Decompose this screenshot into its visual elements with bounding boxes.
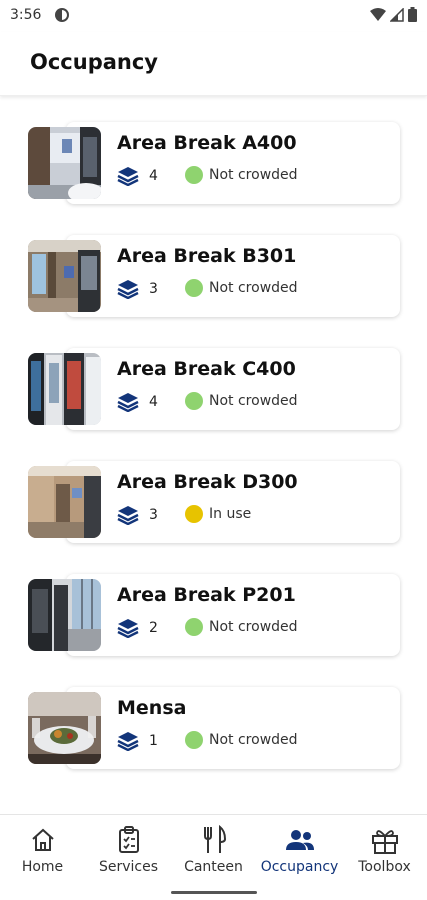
nav-item-services[interactable]: Services	[86, 825, 171, 885]
floor-info: 3	[117, 505, 158, 525]
nav-label: Home	[21, 859, 64, 875]
page-title: Occupancy	[30, 50, 158, 74]
wifi-icon	[370, 7, 386, 21]
nav-label: Toolbox	[358, 859, 411, 875]
status-text: Not crowded	[209, 619, 298, 635]
status-dot-icon	[185, 279, 203, 297]
area-thumbnail	[28, 692, 101, 764]
area-card-c400[interactable]: Area Break C400 4 Not crowded	[28, 346, 400, 431]
nav-label: Canteen	[184, 859, 243, 875]
occupancy-status: Not crowded	[185, 731, 298, 749]
status-text: In use	[209, 506, 252, 522]
area-card-a400[interactable]: Area Break A400 4 Not crowded	[28, 120, 400, 205]
layers-icon	[117, 732, 139, 751]
floor-info: 4	[117, 166, 158, 186]
occupancy-status: Not crowded	[185, 279, 298, 297]
status-bar: 3:56	[0, 0, 427, 32]
occupancy-status: Not crowded	[185, 392, 298, 410]
area-thumbnail	[28, 466, 101, 538]
floor-count: 4	[149, 394, 158, 410]
area-name: Mensa	[117, 697, 187, 719]
area-name: Area Break A400	[117, 132, 297, 154]
status-text: Not crowded	[209, 280, 298, 296]
people-icon	[285, 830, 314, 850]
layers-icon	[117, 167, 139, 186]
cutlery-icon	[203, 825, 226, 853]
nav-item-canteen[interactable]: Canteen	[171, 825, 256, 885]
nav-item-occupancy[interactable]: Occupancy	[257, 825, 342, 885]
area-card-b301[interactable]: Area Break B301 3 Not crowded	[28, 233, 400, 318]
floor-info: 1	[117, 731, 158, 751]
area-thumbnail	[28, 240, 101, 312]
nav-item-toolbox[interactable]: Toolbox	[342, 825, 427, 885]
app-bar: Occupancy	[0, 32, 427, 96]
status-dot-icon	[185, 392, 203, 410]
area-thumbnail	[28, 579, 101, 651]
nav-label: Services	[98, 859, 159, 875]
area-name: Area Break P201	[117, 584, 296, 606]
area-name: Area Break C400	[117, 358, 296, 380]
layers-icon	[117, 619, 139, 638]
signal-icon	[390, 7, 404, 22]
layers-icon	[117, 506, 139, 525]
status-text: Not crowded	[209, 167, 298, 183]
status-text: Not crowded	[209, 732, 298, 748]
area-name: Area Break B301	[117, 245, 297, 267]
floor-info: 3	[117, 279, 158, 299]
status-dot-icon	[185, 618, 203, 636]
status-text: Not crowded	[209, 393, 298, 409]
area-card-mensa[interactable]: Mensa 1 Not crowded	[28, 685, 400, 770]
nav-label: Occupancy	[260, 859, 339, 875]
area-thumbnail	[28, 353, 101, 425]
area-name: Area Break D300	[117, 471, 298, 493]
battery-icon	[408, 7, 417, 22]
status-icons	[370, 7, 417, 22]
area-thumbnail	[28, 127, 101, 199]
occupancy-status: Not crowded	[185, 166, 298, 184]
floor-info: 4	[117, 392, 158, 412]
occupancy-status: In use	[185, 505, 251, 523]
floor-count: 3	[149, 281, 158, 297]
status-dot-icon	[185, 731, 203, 749]
status-dot-icon	[185, 505, 203, 523]
area-card-p201[interactable]: Area Break P201 2 Not crowded	[28, 572, 400, 657]
occupancy-status: Not crowded	[185, 618, 298, 636]
gesture-home-indicator[interactable]	[171, 891, 257, 894]
floor-count: 4	[149, 168, 158, 184]
floor-info: 2	[117, 618, 158, 638]
gift-box-icon	[371, 830, 398, 854]
area-card-d300[interactable]: Area Break D300 3 In use	[28, 459, 400, 544]
floor-count: 3	[149, 507, 158, 523]
status-time: 3:56	[10, 7, 42, 23]
nav-item-home[interactable]: Home	[0, 825, 85, 885]
clipboard-icon	[118, 826, 139, 853]
app-notification-icon	[55, 8, 69, 22]
home-icon	[31, 828, 54, 851]
floor-count: 1	[149, 733, 158, 749]
occupancy-list: Area Break A400 4 Not crowded Area Break…	[0, 96, 427, 814]
layers-icon	[117, 393, 139, 412]
floor-count: 2	[149, 620, 158, 636]
layers-icon	[117, 280, 139, 299]
bottom-navigation: Home Services Canteen Occupancy Toolbox	[0, 814, 427, 900]
status-dot-icon	[185, 166, 203, 184]
